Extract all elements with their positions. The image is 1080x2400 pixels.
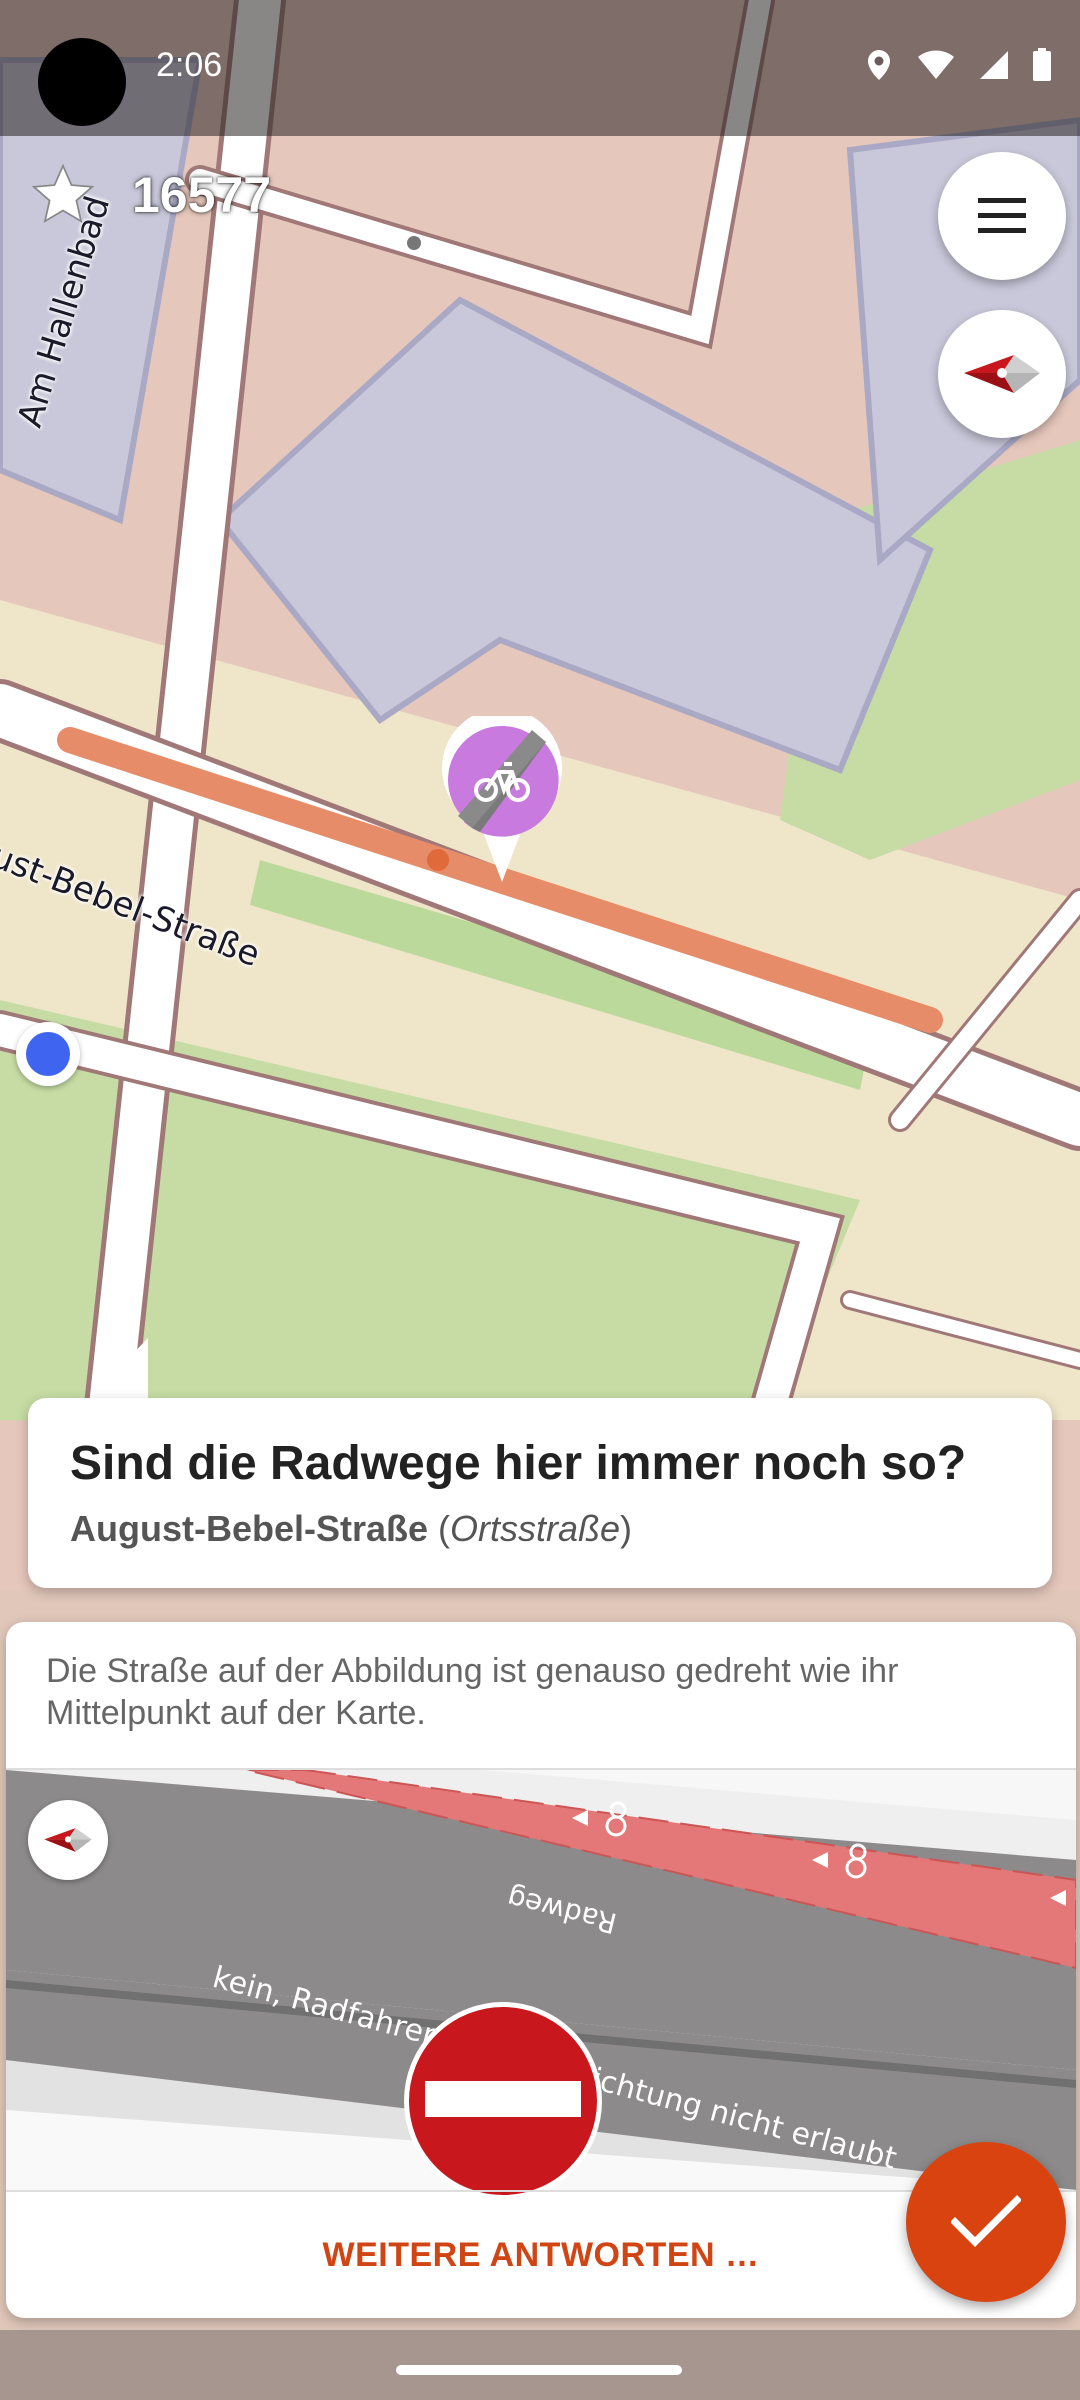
current-location-marker xyxy=(16,1022,80,1086)
compass-icon xyxy=(964,355,1040,393)
quest-subtitle: August-Bebel-Straße (Ortsstraße) xyxy=(70,1508,633,1549)
quest-pin-cycleway[interactable] xyxy=(440,716,564,886)
compass-icon xyxy=(44,1828,92,1852)
status-bar: 2:06 xyxy=(0,0,1080,136)
compass-button[interactable] xyxy=(938,310,1066,438)
quest-street-name: August-Bebel-Straße xyxy=(70,1508,429,1549)
wifi-icon xyxy=(918,50,954,79)
cellular-signal-icon xyxy=(980,51,1008,79)
battery-icon xyxy=(1033,48,1051,81)
rotation-hint: Die Straße auf der Abbildung ist genauso… xyxy=(46,1652,899,1732)
quest-street-type: Ortsstraße xyxy=(450,1508,621,1549)
star-count-value: 16577 xyxy=(132,167,272,223)
star-icon xyxy=(31,163,95,224)
quest-bubble-tail xyxy=(88,1338,148,1400)
status-time: 2:06 xyxy=(156,46,223,84)
confirm-answer-button[interactable] xyxy=(906,2142,1066,2302)
location-icon xyxy=(868,50,890,80)
checkmark-icon xyxy=(951,2195,1021,2247)
hamburger-menu-icon xyxy=(978,198,1026,233)
main-menu-button[interactable] xyxy=(938,152,1066,280)
camera-cutout xyxy=(38,38,126,126)
quest-question: Sind die Radwege hier immer noch so? xyxy=(70,1437,967,1490)
illustration-compass-button[interactable] xyxy=(28,1800,108,1880)
home-gesture-handle[interactable] xyxy=(396,2365,682,2375)
no-entry-sign-icon xyxy=(404,2002,602,2200)
solved-quests-counter[interactable]: 16577 xyxy=(28,160,271,230)
quest-header: Sind die Radwege hier immer noch so? Aug… xyxy=(28,1398,1052,1588)
